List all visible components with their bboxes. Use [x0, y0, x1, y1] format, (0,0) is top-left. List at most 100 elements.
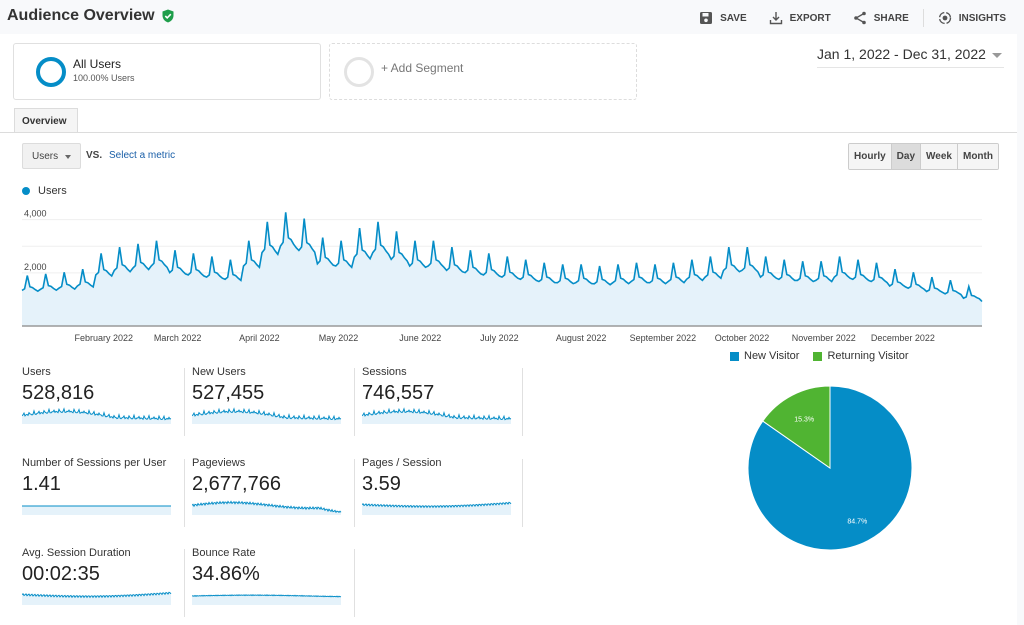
kpi-sparkline — [192, 594, 342, 605]
x-tick-label: April 2022 — [239, 333, 280, 343]
kpi-tile[interactable]: Pageviews 2,677,766 — [192, 457, 352, 529]
save-button[interactable]: SAVE — [699, 11, 747, 25]
kpi-divider — [184, 459, 185, 527]
save-label: SAVE — [720, 12, 747, 24]
kpi-value: 746,557 — [362, 382, 435, 404]
save-icon — [700, 12, 713, 24]
kpi-value: 528,816 — [22, 382, 95, 404]
share-label: SHARE — [873, 12, 909, 24]
kpi-value: 3.59 — [362, 473, 401, 495]
top-bar: Audience Overview SAVE EXPORT SHARE INSI… — [0, 0, 1024, 34]
sparkline-fill — [22, 506, 171, 515]
kpi-value: 34.86% — [192, 563, 260, 585]
kpi-tile[interactable]: Number of Sessions per User 1.41 — [22, 457, 182, 529]
kpi-label: Avg. Session Duration — [22, 547, 131, 559]
segment-ring-icon — [36, 57, 66, 87]
insights-button[interactable]: INSIGHTS — [938, 11, 1006, 25]
kpi-divider — [354, 368, 355, 436]
kpi-sparkline — [22, 407, 172, 424]
pie-legend-returning-visitor[interactable]: Returning Visitor — [813, 350, 909, 362]
kpi-tile[interactable]: Sessions 746,557 — [362, 366, 522, 438]
kpi-tile[interactable]: New Users 527,455 — [192, 366, 352, 438]
kpi-sparkline — [192, 500, 342, 515]
select-metric-link[interactable]: Select a metric — [109, 150, 175, 161]
export-button[interactable]: EXPORT — [769, 11, 831, 25]
chevron-down-icon — [992, 53, 1002, 58]
kpi-tile[interactable]: Bounce Rate 34.86% — [192, 547, 352, 619]
legend-swatch-icon — [730, 351, 739, 361]
kpi-tile[interactable]: Avg. Session Duration 00:02:35 — [22, 547, 182, 619]
add-segment-button[interactable]: + Add Segment — [329, 43, 637, 100]
granularity-month[interactable]: Month — [956, 144, 998, 169]
segment-title: All Users — [73, 57, 122, 71]
segment-all-users[interactable]: All Users 100.00% Users — [13, 43, 321, 100]
kpi-divider — [184, 368, 185, 436]
kpi-label: Pages / Session — [362, 457, 442, 469]
pie-data-label: 15.3% — [794, 417, 814, 424]
kpi-label: New Users — [192, 366, 246, 378]
x-tick-label: June 2022 — [399, 333, 441, 343]
y-tick-label: 2,000 — [24, 262, 47, 272]
kpi-value: 527,455 — [192, 382, 265, 404]
pie-legend: New Visitor Returning Visitor — [730, 350, 909, 362]
kpi-sparkline — [22, 505, 171, 515]
kpi-label: Number of Sessions per User — [22, 457, 167, 469]
x-tick-label: May 2022 — [319, 333, 359, 343]
y-tick-label: 4,000 — [24, 209, 47, 219]
x-tick-label: August 2022 — [556, 333, 607, 343]
empty-segment-ring-icon — [344, 57, 374, 87]
kpi-sparkline — [22, 591, 172, 605]
kpi-sparkline — [192, 407, 342, 424]
legend-users-label: Users — [38, 185, 67, 197]
pie-legend-label: New Visitor — [744, 350, 800, 362]
kpi-tile[interactable]: Pages / Session 3.59 — [362, 457, 522, 529]
verified-shield-icon — [162, 9, 174, 23]
header-actions: SAVE EXPORT SHARE INSIGHTS — [677, 9, 1006, 27]
x-tick-label: September 2022 — [630, 333, 697, 343]
users-line-chart[interactable]: 2,000 4,000 February 2022 March 2022 April 2… — [0, 199, 1017, 349]
kpi-divider — [522, 368, 523, 436]
pie-data-label: 84.7% — [847, 518, 867, 525]
tab-overview[interactable]: Overview — [14, 108, 78, 133]
legend-swatch-icon — [813, 351, 823, 361]
kpi-label: Sessions — [362, 366, 407, 378]
x-tick-label: November 2022 — [792, 333, 856, 343]
kpi-value: 2,677,766 — [192, 473, 281, 495]
page-title-text: Audience Overview — [7, 7, 155, 24]
segment-subtitle: 100.00% Users — [73, 73, 135, 83]
kpi-divider — [184, 549, 185, 617]
kpi-sparkline — [362, 501, 512, 515]
kpi-label: Bounce Rate — [192, 547, 256, 559]
actions-divider — [922, 9, 924, 27]
date-range-picker[interactable]: Jan 1, 2022 - Dec 31, 2022 — [817, 46, 1004, 68]
granularity-toggle: Hourly Day Week Month — [848, 143, 999, 170]
x-tick-label: March 2022 — [154, 333, 202, 343]
add-segment-label: + Add Segment — [381, 61, 464, 75]
x-tick-label: July 2022 — [480, 333, 519, 343]
export-icon — [769, 12, 782, 25]
chart-legend: Users — [22, 185, 67, 197]
kpi-label: Pageviews — [192, 457, 246, 469]
legend-dot-icon — [22, 187, 30, 195]
granularity-hourly[interactable]: Hourly — [849, 144, 891, 169]
x-tick-label: October 2022 — [715, 333, 770, 343]
share-button[interactable]: SHARE — [853, 11, 909, 25]
page-scrollbar[interactable] — [1017, 34, 1024, 625]
granularity-day[interactable]: Day — [890, 144, 921, 169]
kpi-value: 1.41 — [22, 473, 61, 495]
pie-legend-new-visitor[interactable]: New Visitor — [730, 350, 799, 362]
report-content: All Users 100.00% Users + Add Segment Ja… — [0, 34, 1017, 625]
x-tick-label: December 2022 — [871, 333, 935, 343]
metric-dropdown[interactable]: Users — [22, 143, 81, 169]
granularity-week[interactable]: Week — [920, 144, 957, 169]
metric-dropdown-value: Users — [32, 151, 59, 162]
export-label: EXPORT — [789, 12, 831, 24]
share-icon — [853, 11, 866, 25]
kpi-divider — [354, 459, 355, 527]
pie-legend-label: Returning Visitor — [827, 350, 909, 362]
insights-label: INSIGHTS — [958, 12, 1006, 24]
kpi-tile[interactable]: Users 528,816 — [22, 366, 182, 438]
x-tick-label: February 2022 — [74, 333, 133, 343]
visitor-pie-chart[interactable]: 84.7% 15.3% — [740, 378, 920, 558]
kpi-sparkline — [362, 407, 512, 424]
